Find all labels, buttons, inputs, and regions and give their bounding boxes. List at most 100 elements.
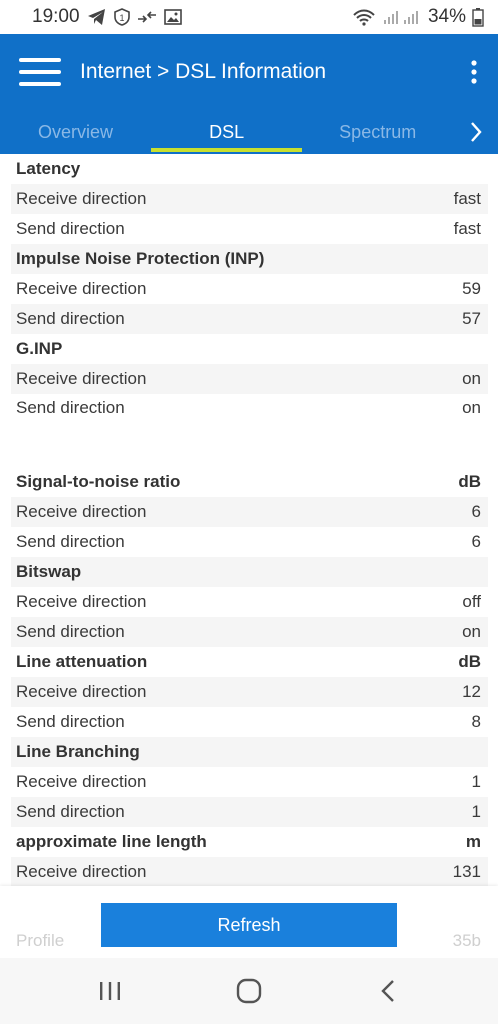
telegram-icon — [87, 8, 107, 26]
table-row: Receive direction 59 — [11, 274, 488, 304]
row-label: Receive direction — [16, 681, 147, 701]
section-title: approximate line length — [16, 831, 207, 851]
recent-apps-button[interactable] — [80, 966, 140, 1016]
row-value: fast — [453, 218, 481, 238]
app-bar: Internet > DSL Information — [0, 34, 498, 110]
table-row: Receive direction fast — [11, 183, 488, 214]
back-icon — [381, 980, 395, 1002]
table-row: Send direction on — [11, 394, 488, 424]
row-label: Receive direction — [16, 592, 147, 612]
status-bar: 19:00 1 34% — [0, 0, 498, 34]
section-unit: m — [465, 831, 481, 851]
more-options-button[interactable] — [450, 34, 498, 110]
status-time: 19:00 — [32, 6, 80, 27]
row-value: 1 — [471, 801, 481, 821]
table-row: Send direction 57 — [11, 303, 488, 334]
profile-value: 35b — [452, 931, 481, 950]
row-value: 8 — [471, 711, 481, 731]
system-navigation-bar — [0, 958, 498, 1024]
status-left: 19:00 1 — [32, 6, 182, 28]
table-body: Latency Receive direction fast Send directi… — [11, 154, 488, 886]
section-title: Latency — [16, 158, 81, 178]
row-value: on — [462, 368, 481, 388]
section-title: Line attenuation — [16, 652, 148, 672]
section-title: G.INP — [16, 338, 63, 358]
section-header-row: Impulse Noise Protection (INP) — [11, 243, 488, 274]
recent-apps-icon — [99, 982, 120, 1000]
wifi-icon — [352, 8, 376, 26]
table-row: Receive direction 1 — [11, 767, 488, 797]
dsl-info-table: Latency Receive direction fast Send directi… — [11, 154, 488, 886]
section-title: Bitswap — [16, 562, 82, 582]
row-label: Send direction — [16, 532, 125, 552]
row-label: Receive direction — [16, 278, 147, 298]
section-header-row: Line Branching — [11, 736, 488, 767]
signal-icon — [382, 9, 422, 25]
menu-button[interactable] — [0, 34, 80, 110]
data-transfer-icon — [137, 10, 157, 24]
tab-overview[interactable]: Overview — [0, 110, 151, 154]
section-header-row: Bitswap — [11, 557, 488, 588]
chevron-right-icon — [470, 122, 482, 142]
section-header-row: Latency — [11, 154, 488, 184]
svg-text:1: 1 — [119, 13, 124, 23]
section-header-row: approximate line length m — [11, 827, 488, 857]
spacer-row — [11, 423, 488, 467]
hamburger-menu-icon — [19, 58, 61, 86]
tab-dsl[interactable]: DSL — [151, 110, 303, 154]
row-value: 1 — [471, 771, 481, 791]
row-value: on — [462, 622, 481, 642]
status-right: 34% — [352, 6, 484, 28]
section-unit: dB — [458, 472, 481, 492]
row-value: off — [462, 592, 481, 612]
battery-icon — [472, 7, 484, 27]
row-label: Receive direction — [16, 502, 147, 522]
row-value: 6 — [471, 532, 481, 552]
row-value: 6 — [471, 502, 481, 522]
section-header-row: Signal-to-noise ratio dB — [11, 467, 488, 497]
page-title: Internet > DSL Information — [80, 60, 327, 83]
row-label: Receive direction — [16, 188, 147, 208]
section-unit: dB — [458, 652, 481, 672]
table-row: Receive direction off — [11, 587, 488, 617]
row-label: Receive direction — [16, 368, 147, 388]
section-header-row: G.INP — [11, 334, 488, 364]
tab-scroll-right-button[interactable] — [453, 110, 498, 154]
row-value: 131 — [452, 861, 481, 881]
tab-bar: Overview DSL Spectrum — [0, 110, 498, 154]
row-label: Send direction — [16, 801, 125, 821]
row-value: on — [462, 398, 481, 418]
row-value: fast — [453, 188, 481, 208]
image-icon — [163, 9, 182, 25]
battery-percentage: 34% — [427, 6, 466, 27]
tab-spectrum[interactable]: Spectrum — [302, 110, 453, 154]
table-row: Receive direction on — [11, 363, 488, 394]
row-label: Send direction — [16, 308, 125, 328]
row-label: Send direction — [16, 711, 125, 731]
row-label: Send direction — [16, 622, 125, 642]
table-row: Receive direction 131 — [11, 856, 488, 886]
table-row: Receive direction 12 — [11, 677, 488, 707]
dsl-information-screen: 19:00 1 34% Internet > DSL Information O… — [0, 0, 498, 1024]
table-row: Send direction on — [11, 617, 488, 648]
section-title: Signal-to-noise ratio — [16, 472, 181, 492]
table-row: Send direction fast — [11, 214, 488, 244]
row-value: 59 — [462, 278, 481, 298]
section-title: Impulse Noise Protection (INP) — [16, 248, 265, 268]
refresh-button[interactable]: Refresh — [101, 903, 397, 947]
shield-icon: 1 — [113, 8, 130, 26]
section-title: Line Branching — [16, 741, 140, 761]
table-row: Send direction 6 — [11, 527, 488, 557]
row-label: Send direction — [16, 398, 125, 418]
back-button[interactable] — [358, 966, 418, 1016]
table-row: Send direction 1 — [11, 796, 488, 827]
section-header-row: Line attenuation dB — [11, 647, 488, 677]
row-label: Receive direction — [16, 861, 147, 881]
more-vertical-icon — [471, 60, 477, 84]
table-row: Receive direction 6 — [11, 497, 488, 528]
row-value: 12 — [462, 681, 481, 701]
row-value: 57 — [462, 308, 481, 328]
home-button[interactable] — [219, 966, 279, 1016]
home-icon — [236, 978, 262, 1004]
row-label: Send direction — [16, 218, 125, 238]
